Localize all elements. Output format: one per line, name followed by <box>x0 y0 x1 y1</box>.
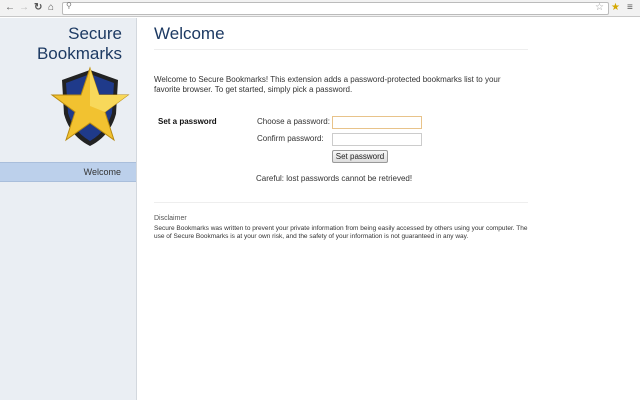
section-title: Set a password <box>158 117 217 126</box>
reload-icon[interactable]: ↻ <box>34 1 42 15</box>
brand-title: Secure Bookmarks <box>37 24 122 64</box>
forward-icon[interactable]: → <box>19 1 29 15</box>
choose-password-input[interactable] <box>332 116 422 129</box>
warning-text: Careful: lost passwords cannot be retrie… <box>256 174 413 183</box>
set-password-button[interactable]: Set password <box>332 150 388 163</box>
home-icon[interactable]: ⌂ <box>48 1 54 15</box>
disclaimer-text: Secure Bookmarks was written to prevent … <box>154 225 528 240</box>
disclaimer-title: Disclaimer <box>154 215 187 222</box>
choose-password-label: Choose a password: <box>257 117 330 126</box>
search-icon: ⚲ <box>66 1 72 10</box>
intro-text: Welcome to Secure Bookmarks! This extens… <box>154 75 501 94</box>
divider <box>154 202 528 203</box>
sidebar: Secure Bookmarks Welcome <box>0 18 137 400</box>
brand-line: Secure <box>68 24 122 43</box>
address-bar[interactable]: ⚲ <box>62 1 609 15</box>
page-title: Welcome <box>154 24 528 50</box>
browser-toolbar: ← → ↻ ⌂ ⚲ ☆ ★ ≡ <box>0 0 640 17</box>
star-icon[interactable]: ☆ <box>595 1 604 15</box>
menu-icon[interactable]: ≡ <box>627 1 633 15</box>
main-content: Welcome Welcome to Secure Bookmarks! Thi… <box>154 18 528 240</box>
back-icon[interactable]: ← <box>5 1 15 15</box>
extension-icon[interactable]: ★ <box>611 1 620 15</box>
brand-line: Bookmarks <box>36 44 122 63</box>
confirm-password-input[interactable] <box>332 133 422 146</box>
confirm-password-label: Confirm password: <box>257 134 324 143</box>
sidebar-item-welcome[interactable]: Welcome <box>0 162 136 182</box>
shield-star-logo <box>50 66 130 146</box>
